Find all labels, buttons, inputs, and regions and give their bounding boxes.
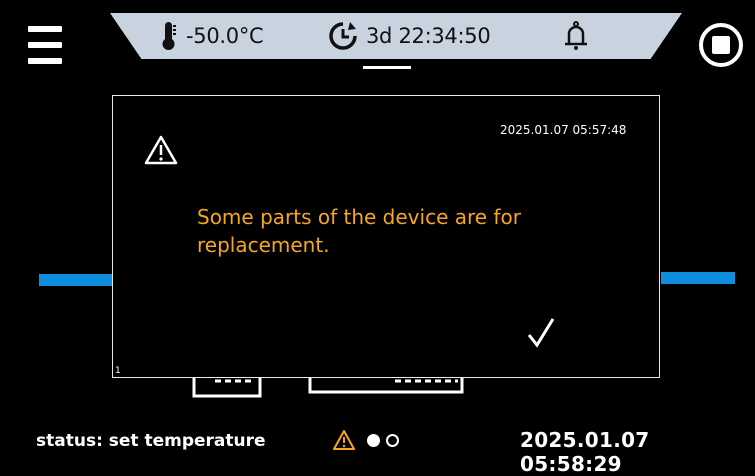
stop-icon[interactable]: [697, 21, 745, 69]
dialog-index: 1: [115, 366, 121, 376]
dialog-message: Some parts of the device are for replace…: [197, 205, 521, 257]
alarm-button[interactable]: [564, 13, 588, 59]
temperature-readout[interactable]: -50.0°C: [162, 13, 264, 59]
alarm-dialog: 2025.01.07 05:57:48 Some parts of the de…: [112, 95, 660, 378]
hamburger-menu-icon: [28, 26, 62, 32]
warning-icon[interactable]: [333, 430, 355, 450]
topbar-page-marker: [363, 66, 411, 69]
page-dot-active[interactable]: [367, 434, 380, 447]
timer-icon: [329, 22, 357, 50]
device-graphic: [192, 378, 464, 398]
dialog-timestamp: 2025.01.07 05:57:48: [500, 123, 627, 137]
page-indicator[interactable]: [367, 434, 399, 447]
current-datetime: 2025.01.07 05:58:29: [520, 428, 650, 476]
checkmark-icon[interactable]: [523, 313, 563, 353]
menu-button[interactable]: [28, 26, 62, 64]
temperature-value: -50.0°C: [186, 24, 264, 48]
thermometer-icon: [162, 22, 176, 50]
flow-line-left: [39, 274, 114, 286]
status-text: status: set temperature: [36, 431, 266, 451]
warning-icon: [144, 135, 178, 165]
timer-readout[interactable]: 3d 22:34:50: [328, 13, 491, 59]
flow-line-right: [661, 272, 735, 284]
timer-value: 3d 22:34:50: [366, 24, 491, 48]
page-dot-inactive[interactable]: [386, 434, 399, 447]
bell-icon: [565, 21, 587, 50]
